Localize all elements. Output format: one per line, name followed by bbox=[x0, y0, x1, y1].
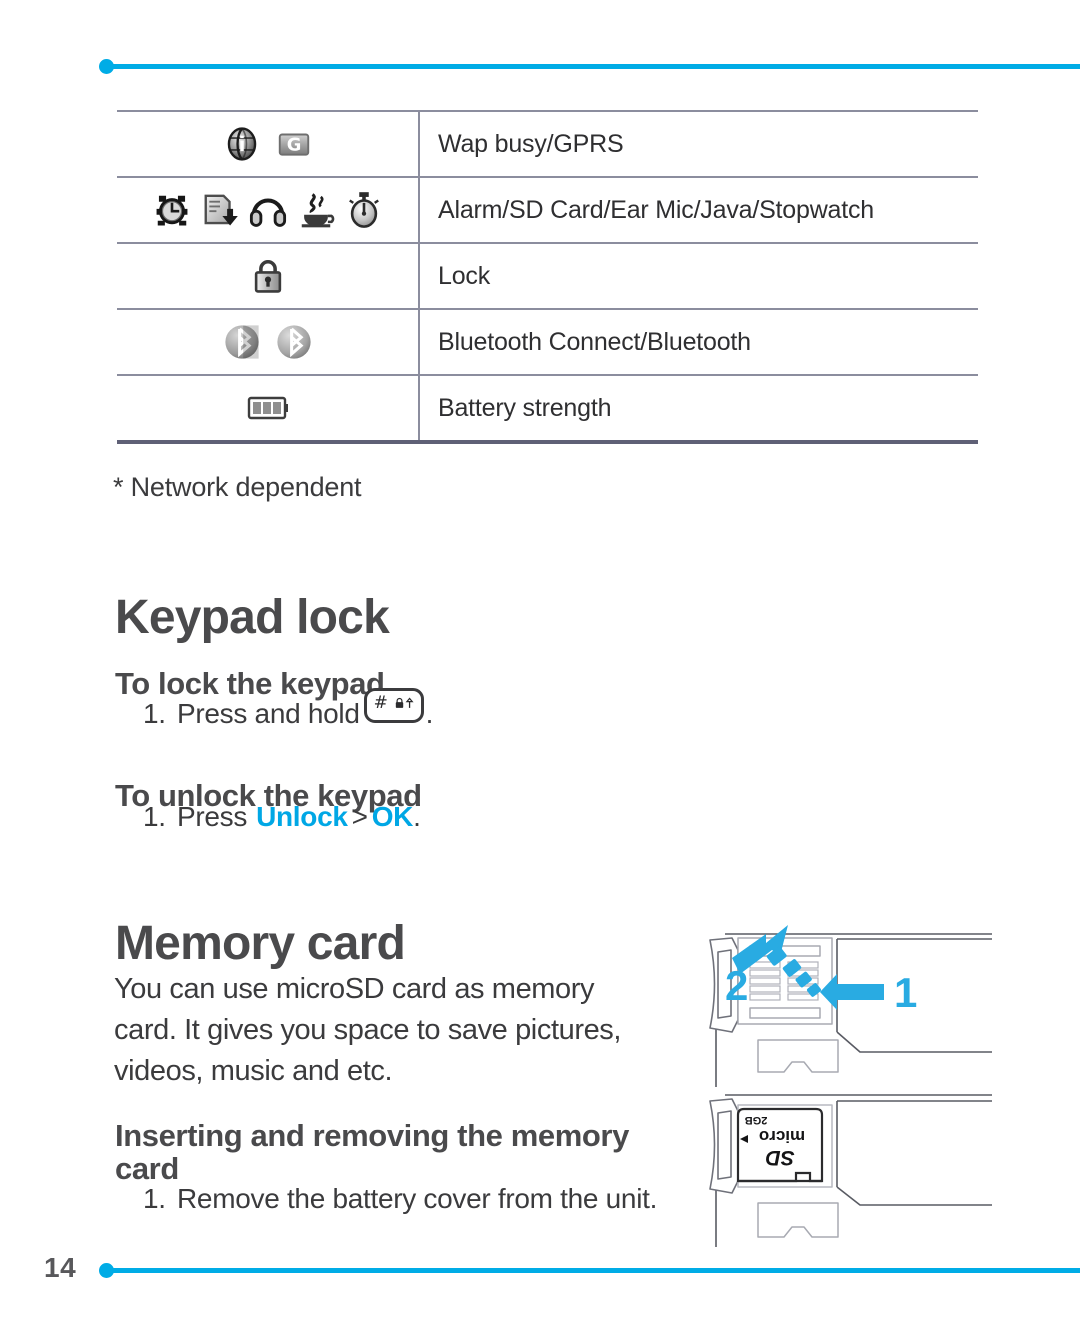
microsd-card-brand: SD bbox=[765, 1146, 794, 1169]
icon-description: Wap busy/GPRS bbox=[419, 110, 978, 177]
small-lock-icon bbox=[395, 697, 414, 708]
menu-reference-ok[interactable]: OK bbox=[372, 801, 414, 833]
hash-symbol: # bbox=[373, 693, 388, 713]
bluetooth-icon bbox=[275, 323, 313, 361]
step-text-suffix: . bbox=[413, 801, 421, 832]
icon-cell: G bbox=[117, 110, 420, 177]
sd-card-icon bbox=[201, 191, 239, 229]
step-text: Remove the battery cover from the unit. bbox=[177, 1183, 658, 1214]
header-rule-line bbox=[106, 63, 1080, 69]
step-lock-keypad: 1. Press and hold # . bbox=[143, 688, 433, 730]
table-row: G Wap busy/GPRS bbox=[117, 110, 978, 177]
microsd-card-insert-diagram: SD micro 2GB bbox=[692, 1087, 992, 1247]
footer-rule bbox=[0, 1260, 1080, 1280]
svg-text:G: G bbox=[286, 135, 301, 156]
java-coffee-icon bbox=[297, 191, 335, 229]
microsd-card-label: micro bbox=[759, 1127, 805, 1146]
microsd-card-capacity: 2GB bbox=[745, 1114, 768, 1126]
step-number: 1. bbox=[143, 1183, 166, 1214]
memory-card-paragraph: You can use microSD card as memory card.… bbox=[114, 973, 622, 1088]
menu-reference-unlock[interactable]: Unlock bbox=[256, 801, 348, 833]
icon-description: Lock bbox=[419, 242, 978, 309]
icon-description: Battery strength bbox=[419, 374, 978, 444]
header-rule bbox=[0, 56, 1080, 76]
stopwatch-icon bbox=[345, 191, 383, 229]
padlock-icon bbox=[249, 257, 287, 295]
gprs-g-icon: G bbox=[275, 125, 313, 163]
step-text: Press bbox=[177, 801, 248, 832]
wap-busy-globe-icon bbox=[223, 125, 261, 163]
icon-cell bbox=[117, 308, 420, 375]
hash-lock-key-icon: # bbox=[363, 688, 424, 723]
bluetooth-connect-icon bbox=[223, 323, 261, 361]
icon-description: Bluetooth Connect/Bluetooth bbox=[419, 308, 978, 375]
step-remove-battery-cover: 1. Remove the battery cover from the uni… bbox=[143, 1183, 657, 1215]
table-row: Alarm/SD Card/Ear Mic/Java/Stopwatch bbox=[117, 176, 978, 243]
footer-rule-line bbox=[106, 1267, 1080, 1273]
alarm-clock-icon bbox=[153, 191, 191, 229]
icon-cell bbox=[117, 242, 420, 309]
illustration-label-1: 1 bbox=[894, 969, 917, 1016]
illustration-label-2: 2 bbox=[725, 962, 748, 1009]
battery-strength-icon bbox=[246, 393, 290, 423]
table-row: Bluetooth Connect/Bluetooth bbox=[117, 308, 978, 375]
section-title-memory-card: Memory card bbox=[115, 917, 406, 971]
step-text-suffix: . bbox=[425, 698, 434, 729]
status-icon-table: G Wap busy/GPRS Alarm/SD Card/Ear Mic/Ja… bbox=[117, 110, 978, 444]
step-text: Press and hold bbox=[177, 698, 360, 729]
section-title-keypad-lock: Keypad lock bbox=[115, 591, 390, 645]
menu-path-separator: > bbox=[351, 801, 368, 832]
step-number: 1. bbox=[143, 698, 166, 729]
subsection-title-inserting-removing: Inserting and removing the memory card bbox=[115, 1117, 629, 1187]
table-row: Battery strength bbox=[117, 374, 978, 444]
network-dependent-note: * Network dependent bbox=[113, 472, 362, 502]
battery-cover-removal-diagram: 1 2 bbox=[692, 912, 992, 1087]
table-row: Lock bbox=[117, 242, 978, 309]
icon-cell bbox=[117, 374, 420, 444]
ear-mic-headphones-icon bbox=[249, 191, 287, 229]
step-unlock-keypad: 1. Press Unlock > OK . bbox=[143, 801, 421, 833]
icon-description: Alarm/SD Card/Ear Mic/Java/Stopwatch bbox=[419, 176, 978, 243]
page-number: 14 bbox=[44, 1252, 77, 1283]
step-number: 1. bbox=[143, 801, 166, 832]
icon-cell bbox=[117, 176, 420, 243]
